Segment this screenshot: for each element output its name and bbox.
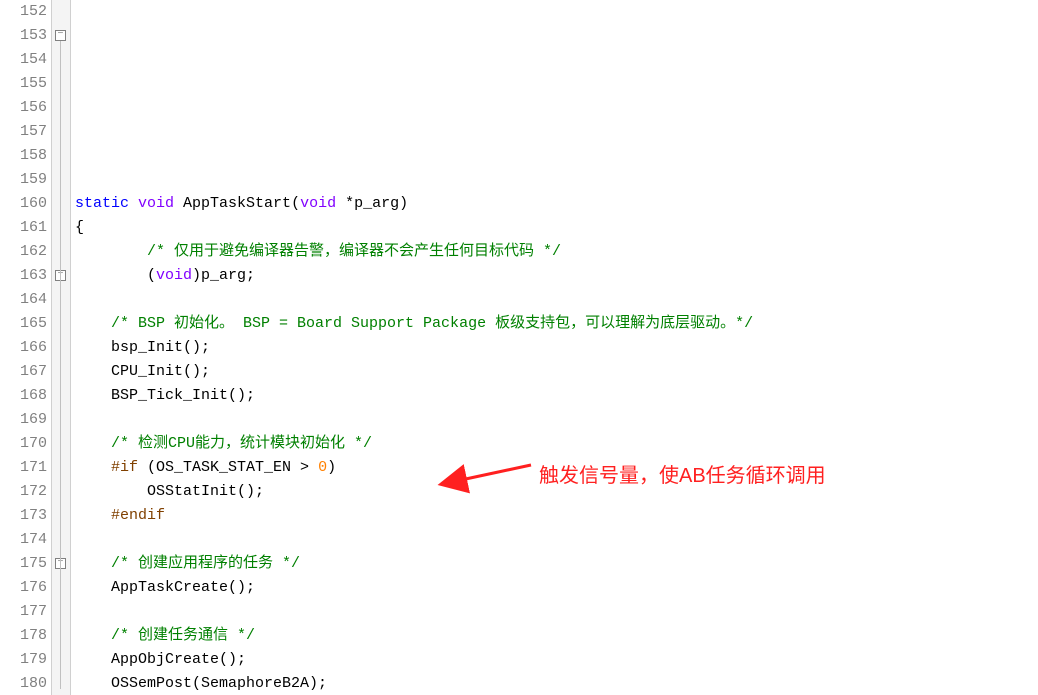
line-number-gutter: 1521531541551561571581591601611621631641… <box>0 0 52 695</box>
code-line[interactable]: { <box>71 216 1038 240</box>
line-number: 174 <box>0 528 47 552</box>
code-line[interactable]: /* BSP 初始化。 BSP = Board Support Package … <box>71 312 1038 336</box>
code-line[interactable]: #endif <box>71 504 1038 528</box>
line-number: 160 <box>0 192 47 216</box>
line-number: 171 <box>0 456 47 480</box>
code-line[interactable]: OSSemPost(SemaphoreB2A); <box>71 672 1038 695</box>
line-number: 153 <box>0 24 47 48</box>
fold-guideline <box>60 41 61 689</box>
code-line[interactable]: bsp_Init(); <box>71 336 1038 360</box>
code-line[interactable] <box>71 528 1038 552</box>
line-number: 156 <box>0 96 47 120</box>
line-number: 164 <box>0 288 47 312</box>
code-line[interactable] <box>71 288 1038 312</box>
line-number: 152 <box>0 0 47 24</box>
line-number: 158 <box>0 144 47 168</box>
code-line[interactable]: /* 检测CPU能力，统计模块初始化 */ <box>71 432 1038 456</box>
code-line[interactable]: /* 仅用于避免编译器告警，编译器不会产生任何目标代码 */ <box>71 240 1038 264</box>
code-line[interactable]: OSStatInit(); <box>71 480 1038 504</box>
line-number: 154 <box>0 48 47 72</box>
code-line[interactable]: BSP_Tick_Init(); <box>71 384 1038 408</box>
line-number: 163 <box>0 264 47 288</box>
line-number: 172 <box>0 480 47 504</box>
code-line[interactable]: AppObjCreate(); <box>71 648 1038 672</box>
line-number: 167 <box>0 360 47 384</box>
code-area[interactable]: 触发信号量，使AB任务循环调用 static void AppTaskStart… <box>71 0 1038 695</box>
fold-toggle[interactable]: − <box>55 30 66 41</box>
code-line[interactable]: #if (OS_TASK_STAT_EN > 0) <box>71 456 1038 480</box>
line-number: 177 <box>0 600 47 624</box>
code-line[interactable]: (void)p_arg; <box>71 264 1038 288</box>
code-line[interactable]: static void AppTaskStart(void *p_arg) <box>71 192 1038 216</box>
line-number: 179 <box>0 648 47 672</box>
line-number: 175 <box>0 552 47 576</box>
code-line[interactable]: /* 创建任务通信 */ <box>71 624 1038 648</box>
code-line[interactable] <box>71 408 1038 432</box>
code-line[interactable]: AppTaskCreate(); <box>71 576 1038 600</box>
code-line[interactable]: CPU_Init(); <box>71 360 1038 384</box>
line-number: 180 <box>0 672 47 695</box>
fold-column: −−− <box>52 0 71 695</box>
line-number: 166 <box>0 336 47 360</box>
code-editor[interactable]: 1521531541551561571581591601611621631641… <box>0 0 1038 695</box>
line-number: 161 <box>0 216 47 240</box>
line-number: 159 <box>0 168 47 192</box>
line-number: 157 <box>0 120 47 144</box>
code-line[interactable]: /* 创建应用程序的任务 */ <box>71 552 1038 576</box>
code-line[interactable] <box>71 600 1038 624</box>
line-number: 169 <box>0 408 47 432</box>
line-number: 168 <box>0 384 47 408</box>
line-number: 176 <box>0 576 47 600</box>
line-number: 162 <box>0 240 47 264</box>
line-number: 155 <box>0 72 47 96</box>
line-number: 173 <box>0 504 47 528</box>
line-number: 165 <box>0 312 47 336</box>
line-number: 170 <box>0 432 47 456</box>
line-number: 178 <box>0 624 47 648</box>
